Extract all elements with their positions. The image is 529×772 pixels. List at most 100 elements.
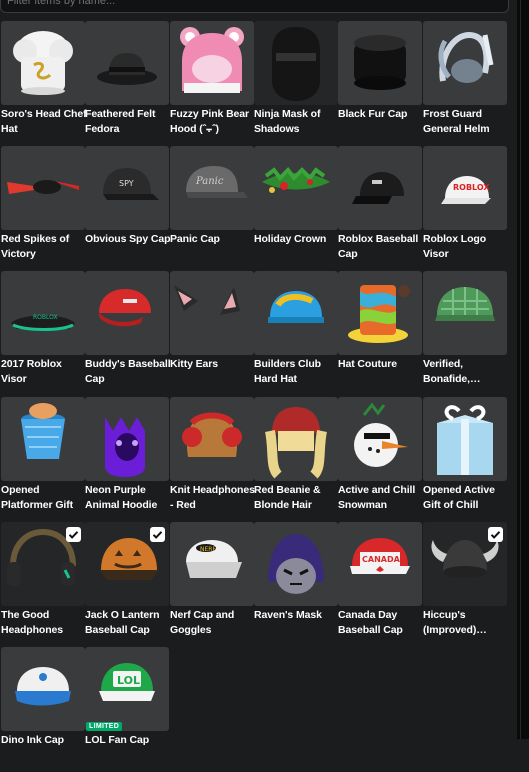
checkmark-icon [152, 531, 163, 539]
item-name: Raven's Mask [254, 609, 322, 621]
item-card[interactable]: Fuzzy Pink Bear Hood (ˆ⨪ˆ) [170, 21, 254, 146]
item-card[interactable]: Raven's Mask [254, 522, 338, 647]
item-card[interactable]: ROBLOX 2017 Roblox Visor [1, 271, 85, 396]
item-card[interactable]: The Good Headphones [1, 522, 85, 647]
item-thumbnail[interactable] [85, 21, 169, 105]
frost-helm-icon [438, 31, 494, 83]
item-thumbnail[interactable]: NERF [170, 522, 254, 606]
item-card[interactable]: Red Spikes of Victory [1, 146, 85, 271]
item-thumbnail[interactable] [85, 397, 169, 481]
item-card[interactable]: Soro's Head Chef Hat [1, 21, 87, 146]
fedora-icon [97, 53, 157, 85]
holiday-crown-icon [262, 166, 330, 193]
item-card[interactable]: Black Fur Cap [338, 21, 422, 146]
item-thumbnail[interactable] [85, 522, 169, 606]
red-spikes-icon [7, 180, 79, 194]
item-name: Ninja Mask of Shadows [254, 108, 321, 135]
item-thumbnail[interactable]: ROBLOX [423, 146, 507, 230]
item-thumbnail[interactable]: Panic [170, 146, 254, 230]
item-thumbnail[interactable] [423, 522, 507, 606]
svg-text:NERF: NERF [200, 546, 216, 553]
item-name: Obvious Spy Cap [85, 233, 171, 245]
item-name: Neon Purple Animal Hoodie [85, 484, 158, 511]
item-thumbnail[interactable] [1, 522, 85, 606]
item-thumbnail[interactable] [170, 397, 254, 481]
item-card[interactable]: Builders Club Hard Hat [254, 271, 338, 396]
red-cap-icon [99, 289, 151, 327]
item-card[interactable]: LOL LIMITED LOL Fan Cap [85, 647, 169, 772]
item-card[interactable]: Hiccup's (Improved) Helmet [423, 522, 507, 647]
item-name: Feathered Felt Fedora [85, 108, 156, 135]
selected-checkbox[interactable] [66, 527, 81, 542]
item-thumbnail[interactable] [254, 397, 338, 481]
item-thumbnail[interactable] [423, 397, 507, 481]
item-thumbnail[interactable]: SPY [85, 146, 169, 230]
item-name: LOL Fan Cap [85, 734, 150, 746]
item-thumbnail[interactable]: LOL LIMITED [85, 647, 169, 731]
item-card[interactable]: Roblox Baseball Cap [338, 146, 422, 271]
lol-cap-icon: LOL [99, 663, 155, 701]
item-card[interactable]: Kitty Ears [170, 271, 254, 396]
item-thumbnail[interactable] [254, 21, 338, 105]
item-thumbnail[interactable] [85, 271, 169, 355]
logo-visor-icon: ROBLOX [441, 176, 491, 204]
chef-hat-icon [13, 31, 73, 95]
item-card[interactable]: Neon Purple Animal Hoodie [85, 397, 169, 522]
visor-2017-icon: ROBLOX [11, 314, 75, 331]
item-thumbnail[interactable] [254, 271, 338, 355]
item-card[interactable]: Holiday Crown [254, 146, 338, 271]
selected-checkbox[interactable] [488, 527, 503, 542]
item-thumbnail[interactable] [1, 397, 85, 481]
item-thumbnail[interactable] [338, 146, 422, 230]
item-thumbnail[interactable] [1, 647, 85, 731]
selected-checkbox[interactable] [150, 527, 165, 542]
item-thumbnail[interactable]: CANADA [338, 522, 422, 606]
item-thumbnail[interactable] [423, 271, 507, 355]
item-card[interactable]: Frost Guard General Helm [423, 21, 507, 146]
item-card[interactable]: Knit Headphones - Red [170, 397, 255, 522]
item-thumbnail[interactable] [170, 21, 254, 105]
item-name: Nerf Cap and Goggles [170, 609, 235, 636]
item-thumbnail[interactable] [338, 21, 422, 105]
svg-text:ROBLOX: ROBLOX [33, 314, 58, 321]
item-thumbnail[interactable] [254, 522, 338, 606]
item-card[interactable]: CANADA Canada Day Baseball Cap [338, 522, 422, 647]
beanie-hair-icon [265, 407, 327, 479]
item-thumbnail[interactable] [338, 397, 422, 481]
item-name: Knit Headphones - Red [170, 484, 255, 511]
item-card[interactable]: Dino Ink Cap [1, 647, 85, 772]
item-thumbnail[interactable]: ROBLOX [1, 271, 85, 355]
item-name: Buddy's Baseball Cap [85, 358, 171, 385]
item-name: Hiccup's (Improved) Helmet [423, 609, 477, 636]
item-card[interactable]: Active and Chill Snowman [338, 397, 422, 522]
item-thumbnail[interactable] [254, 146, 338, 230]
fur-cap-icon [354, 35, 406, 90]
item-card[interactable]: Panic Panic Cap [170, 146, 254, 271]
scrollbar-track[interactable] [517, 0, 529, 739]
item-name: Dino Ink Cap [1, 734, 64, 746]
search-input[interactable] [7, 0, 487, 8]
item-card[interactable]: Opened Active Gift of Chill [423, 397, 507, 522]
item-card[interactable]: Opened Platformer Gift [1, 397, 85, 522]
svg-text:LOL: LOL [117, 674, 140, 687]
item-card[interactable]: Red Beanie & Blonde Hair [254, 397, 338, 522]
item-thumbnail[interactable] [170, 271, 254, 355]
item-card[interactable]: Hat Couture [338, 271, 422, 396]
nerf-cap-icon: NERF [186, 540, 242, 578]
item-card[interactable]: Feathered Felt Fedora [85, 21, 169, 146]
item-thumbnail[interactable] [423, 21, 507, 105]
item-card[interactable]: Verified, Bonafide, Plaidafied [423, 271, 507, 396]
item-card[interactable]: ROBLOX Roblox Logo Visor [423, 146, 507, 271]
item-name: Jack O Lantern Baseball Cap [85, 609, 160, 636]
search-bar[interactable] [0, 0, 509, 13]
item-card[interactable]: Buddy's Baseball Cap [85, 271, 171, 396]
item-thumbnail[interactable] [338, 271, 422, 355]
item-card[interactable]: Jack O Lantern Baseball Cap [85, 522, 169, 647]
spy-cap-icon: SPY [103, 168, 159, 200]
item-card[interactable]: Ninja Mask of Shadows [254, 21, 338, 146]
item-thumbnail[interactable] [1, 21, 85, 105]
item-card[interactable]: SPY Obvious Spy Cap [85, 146, 171, 271]
item-thumbnail[interactable] [1, 146, 85, 230]
checkmark-icon [490, 531, 501, 539]
item-card[interactable]: NERF Nerf Cap and Goggles [170, 522, 254, 647]
